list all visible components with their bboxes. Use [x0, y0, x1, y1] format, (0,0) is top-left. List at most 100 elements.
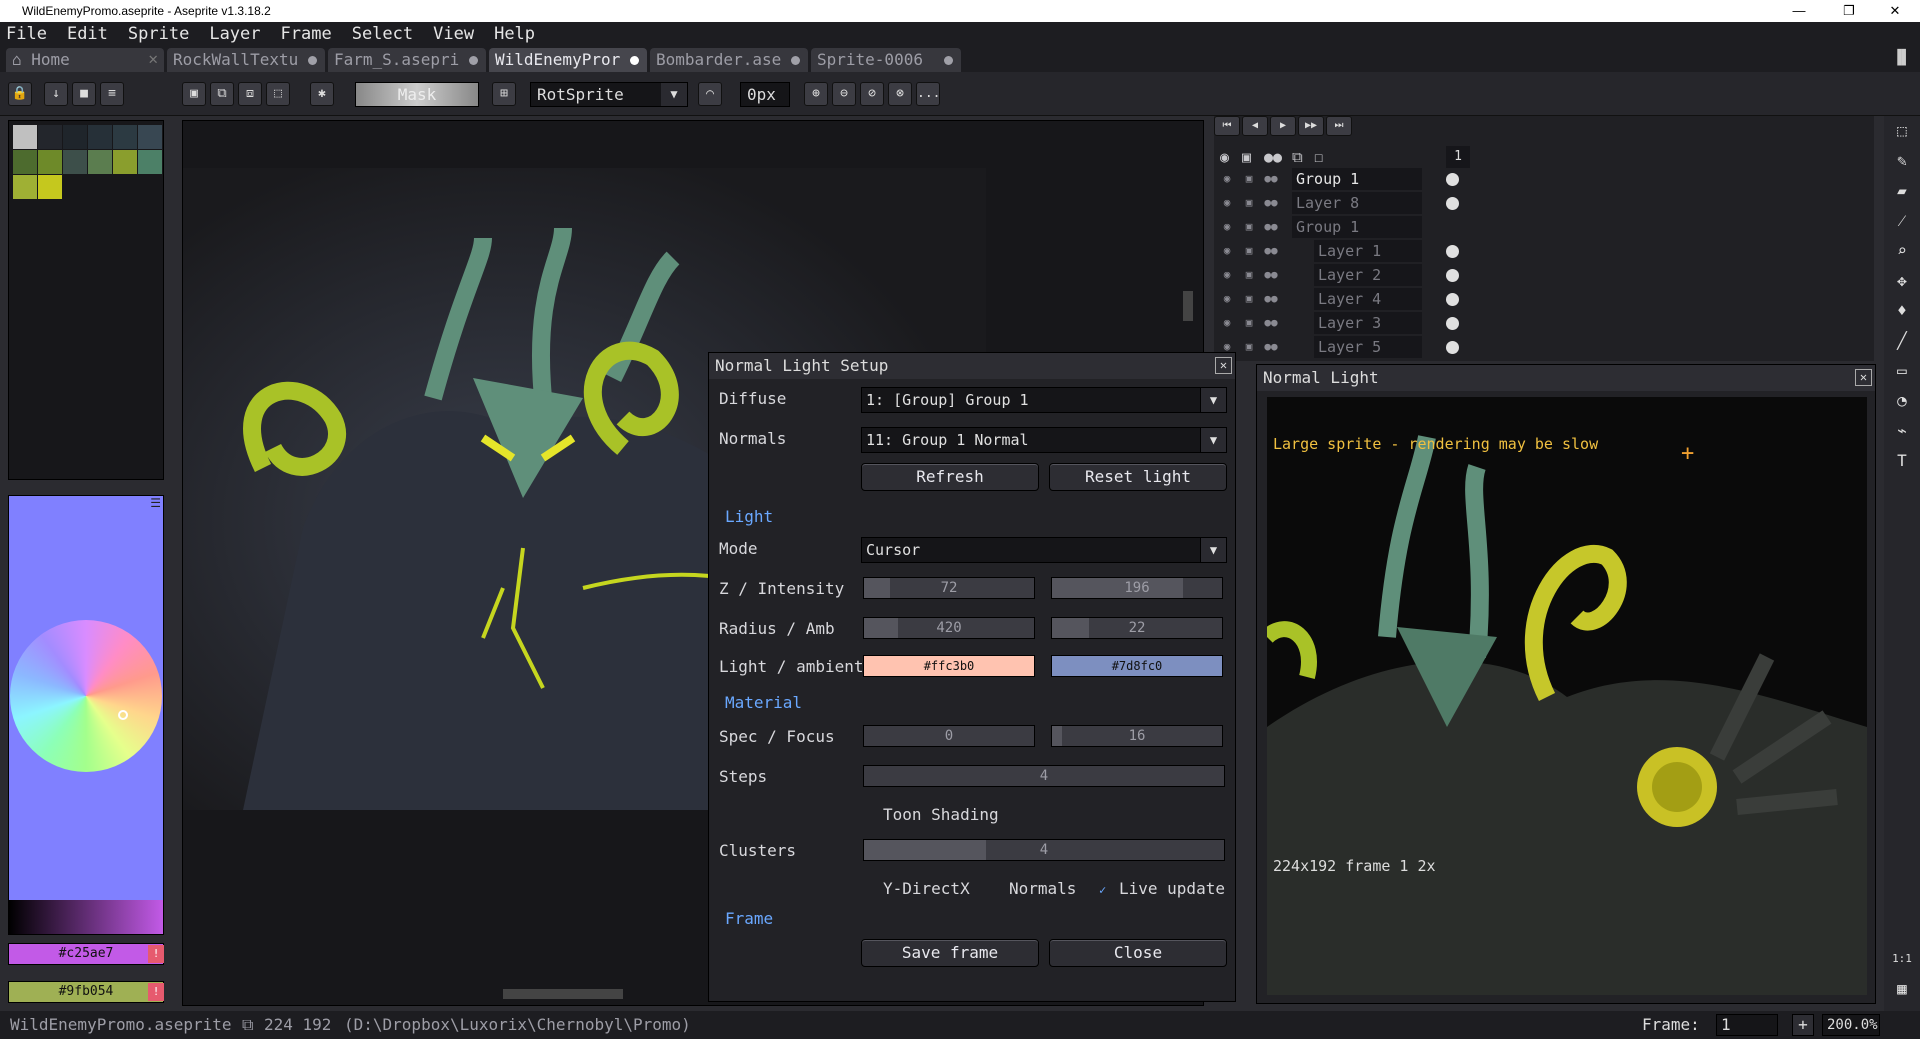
close-window-button[interactable]: ✕: [1872, 0, 1918, 22]
z-slider[interactable]: 72: [863, 577, 1035, 599]
ambient-slider[interactable]: 22: [1051, 617, 1223, 639]
palette-swatch[interactable]: [13, 125, 37, 149]
new-layer-icon[interactable]: ☐: [1314, 148, 1323, 166]
move-tool-icon[interactable]: ✥: [1889, 268, 1915, 294]
layer-row[interactable]: ◉ ▣ ●● Group 1 Normal: [1214, 168, 1484, 210]
background-color[interactable]: #9fb054: [8, 981, 164, 1003]
eye-icon[interactable]: ◉: [1220, 172, 1234, 186]
lock-icon[interactable]: ▣: [1242, 148, 1251, 166]
ambient-color-button[interactable]: #7d8fc0: [1051, 655, 1223, 677]
reset-light-button[interactable]: Reset light: [1049, 463, 1227, 491]
lock-icon[interactable]: ▣: [1242, 220, 1256, 234]
palette-swatch[interactable]: [88, 125, 112, 149]
tabs-menu-icon[interactable]: ▐▌: [1893, 50, 1910, 66]
tab-bombarder[interactable]: Bombarder.ase: [650, 48, 808, 72]
line-tool-icon[interactable]: ╱: [1889, 328, 1915, 354]
blur-tool-icon[interactable]: ⌁: [1889, 418, 1915, 444]
layer-name[interactable]: Layer 2: [1314, 264, 1422, 286]
tab-wildenemy[interactable]: WildEnemyPror: [489, 48, 647, 72]
palette-swatch[interactable]: [63, 150, 87, 174]
pivot-icon[interactable]: ⊞: [492, 82, 516, 106]
continuous-icon[interactable]: ●●: [1264, 340, 1278, 354]
diffuse-select[interactable]: 1: [Group] Group 1 ▼: [861, 387, 1227, 413]
focus-slider[interactable]: 16: [1051, 725, 1223, 747]
layer-name[interactable]: Group 1: [1292, 216, 1422, 238]
continuous-icon[interactable]: ●●: [1264, 292, 1278, 306]
continuous-icon[interactable]: ●●: [1264, 268, 1278, 282]
menu-view[interactable]: View: [433, 24, 474, 44]
menu-file[interactable]: File: [6, 24, 47, 44]
cel-icon[interactable]: [1446, 341, 1459, 354]
layer-row[interactable]: ◉ ▣ ●● Layer 3: [1214, 312, 1484, 334]
subtract-selection-icon[interactable]: ⧈: [238, 82, 262, 106]
light-crosshair-icon[interactable]: +: [1681, 441, 1694, 466]
square-icon[interactable]: ■: [72, 82, 96, 106]
color-wheel[interactable]: [10, 620, 162, 772]
minimize-button[interactable]: —: [1776, 0, 1822, 22]
replace-selection-icon[interactable]: ▣: [182, 82, 206, 106]
vertical-scrollbar[interactable]: [1183, 291, 1193, 321]
warning-icon[interactable]: !: [148, 945, 164, 963]
palette-swatch[interactable]: [88, 150, 112, 174]
more-button[interactable]: ...: [916, 82, 940, 106]
palette-swatch[interactable]: [63, 125, 87, 149]
value-slider[interactable]: [9, 900, 163, 934]
cel-icon[interactable]: [1446, 245, 1459, 258]
previous-frame-icon[interactable]: ◀: [1242, 116, 1268, 136]
cel-icon[interactable]: [1446, 269, 1459, 282]
zoom-input[interactable]: 200.0%: [1822, 1014, 1880, 1036]
frame-input[interactable]: 1: [1716, 1014, 1778, 1036]
tab-home[interactable]: ⌂ Home ✕: [6, 48, 164, 72]
symmetry-icon[interactable]: ⊖: [832, 82, 856, 106]
play-icon[interactable]: ▶: [1270, 116, 1296, 136]
layer-name[interactable]: Layer 8: [1292, 192, 1422, 214]
lock-icon[interactable]: 🔒: [8, 82, 32, 106]
continuous-icon[interactable]: ●●: [1264, 196, 1278, 210]
close-icon[interactable]: ✕: [1215, 357, 1232, 374]
layer-row[interactable]: ◉ ▣ ●● Layer 1: [1214, 240, 1484, 262]
normals-select[interactable]: 11: Group 1 Normal ▼: [861, 427, 1227, 453]
tab-farm[interactable]: Farm_S.asepri: [328, 48, 486, 72]
cel-icon[interactable]: [1446, 293, 1459, 306]
cel-icon[interactable]: [1446, 173, 1459, 186]
add-frame-icon[interactable]: +: [1792, 1014, 1814, 1036]
contour-tool-icon[interactable]: ◔: [1889, 388, 1915, 414]
palette-swatch[interactable]: [13, 175, 37, 199]
arrow-down-icon[interactable]: ↓: [44, 82, 68, 106]
menu-edit[interactable]: Edit: [67, 24, 108, 44]
lock-icon[interactable]: ▣: [1242, 172, 1256, 186]
intersect-selection-icon[interactable]: ⬚: [266, 82, 290, 106]
eye-icon[interactable]: ◉: [1220, 196, 1234, 210]
menu-icon[interactable]: ☰: [150, 496, 161, 510]
live-update-checkbox[interactable]: ✓ Live update: [1099, 879, 1225, 898]
steps-slider[interactable]: 4: [863, 765, 1225, 787]
list-icon[interactable]: ≡: [100, 82, 124, 106]
cel-icon[interactable]: [1446, 197, 1459, 210]
tab-sprite-0006[interactable]: Sprite-0006: [811, 48, 961, 72]
close-icon[interactable]: ✕: [1855, 369, 1872, 386]
frame-header[interactable]: 1: [1446, 146, 1470, 168]
clear-icon[interactable]: ⊗: [888, 82, 912, 106]
palette-swatch[interactable]: [38, 125, 62, 149]
marquee-tool-icon[interactable]: ⬚: [1889, 118, 1915, 144]
palette-swatch[interactable]: [38, 175, 62, 199]
pencil-tool-icon[interactable]: ✎: [1889, 148, 1915, 174]
next-frame-icon[interactable]: ▶▶: [1298, 116, 1324, 136]
layer-name[interactable]: Layer 3: [1314, 312, 1422, 334]
menu-sprite[interactable]: Sprite: [128, 24, 189, 44]
first-frame-icon[interactable]: ⏮: [1214, 116, 1240, 136]
lock-icon[interactable]: ▣: [1242, 244, 1256, 258]
layer-name[interactable]: Layer 5: [1314, 336, 1422, 358]
lock-icon[interactable]: ▣: [1242, 316, 1256, 330]
specular-slider[interactable]: 0: [863, 725, 1035, 747]
fill-tool-icon[interactable]: ♦: [1889, 298, 1915, 324]
zoom-tool-icon[interactable]: ⌕: [1889, 238, 1915, 264]
text-tool-icon[interactable]: T: [1889, 448, 1915, 474]
lock-icon[interactable]: ▣: [1242, 292, 1256, 306]
normals-checkbox[interactable]: Normals: [989, 879, 1076, 898]
rectangle-tool-icon[interactable]: ▭: [1889, 358, 1915, 384]
menu-select[interactable]: Select: [352, 24, 413, 44]
mask-color-button[interactable]: Mask: [355, 82, 479, 107]
eye-icon[interactable]: ◉: [1220, 220, 1234, 234]
eye-icon[interactable]: ◉: [1220, 148, 1229, 166]
